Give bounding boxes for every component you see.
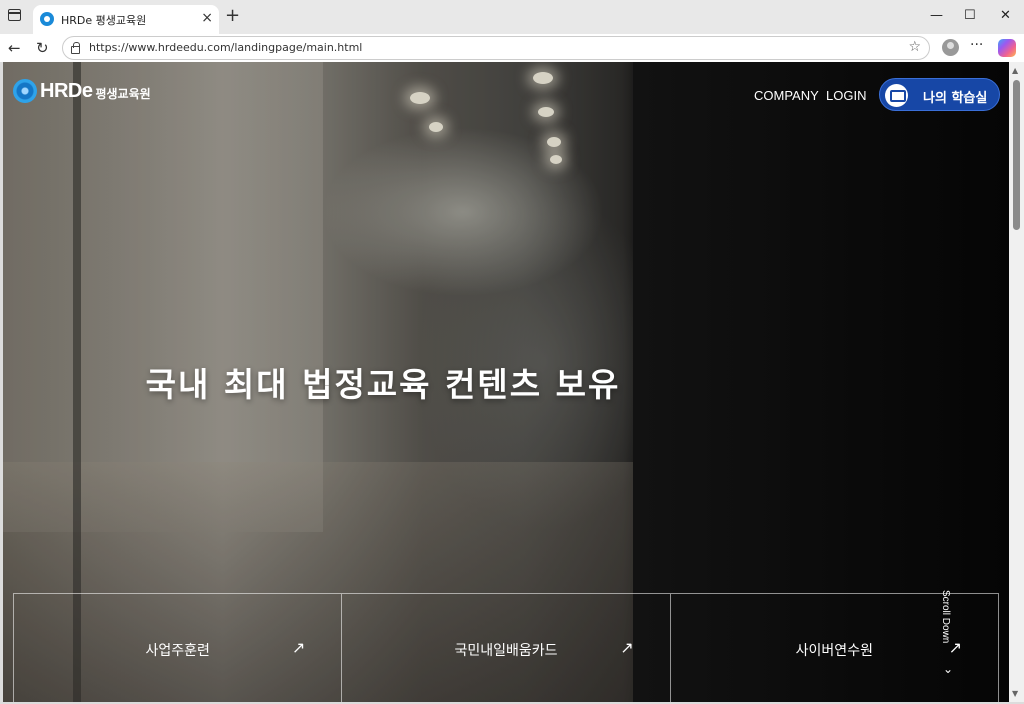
- url-field[interactable]: https://www.hrdeedu.com/landingpage/main…: [62, 36, 930, 60]
- reload-button[interactable]: ↻: [36, 38, 49, 58]
- new-tab-button[interactable]: +: [225, 6, 240, 26]
- back-button[interactable]: ←: [8, 38, 21, 58]
- chevron-down-icon: ⌄: [943, 662, 954, 676]
- copilot-icon[interactable]: [998, 39, 1016, 57]
- lock-icon: [71, 42, 80, 54]
- quick-link-tomorrow-card[interactable]: 국민내일배움카드 ↗: [341, 593, 670, 702]
- arrow-up-right-icon: ↗: [291, 638, 306, 657]
- scroll-up-arrow-icon[interactable]: ▲: [1012, 66, 1018, 75]
- nav-login-link[interactable]: LOGIN: [826, 88, 866, 103]
- arrow-up-right-icon: ↗: [620, 638, 634, 657]
- hero-title: 국내 최대 법정교육 컨텐츠 보유: [145, 365, 621, 404]
- favorite-star-icon[interactable]: ☆: [908, 39, 921, 55]
- browser-tab-active[interactable]: HRDe 평생교육원 ×: [33, 5, 219, 34]
- maximize-button[interactable]: ☐: [964, 7, 976, 25]
- close-window-button[interactable]: ✕: [1000, 7, 1011, 25]
- monitor-icon: [885, 84, 908, 107]
- tab-actions-icon[interactable]: [8, 9, 24, 25]
- page-viewport: HRDe 평생교육원 COMPANY LOGIN 나의 학습실 국내 최대 법정…: [3, 62, 1009, 702]
- logo-text: HRDe: [40, 79, 93, 102]
- more-menu-button[interactable]: ···: [970, 37, 983, 53]
- tab-title: HRDe 평생교육원: [61, 14, 147, 27]
- my-learning-button[interactable]: 나의 학습실: [879, 78, 1000, 111]
- profile-avatar-icon[interactable]: [942, 39, 959, 56]
- page-scrollbar[interactable]: ▲ ▼: [1009, 62, 1024, 702]
- browser-tab-bar: HRDe 평생교육원 × + — ☐ ✕: [0, 0, 1024, 34]
- minimize-button[interactable]: —: [930, 7, 943, 25]
- logo-subtitle: 평생교육원: [95, 86, 151, 101]
- site-logo[interactable]: HRDe 평생교육원: [13, 78, 151, 104]
- scroll-down-arrow-icon[interactable]: ▼: [1012, 689, 1018, 698]
- favicon-icon: [40, 12, 54, 26]
- tab-close-icon[interactable]: ×: [201, 10, 213, 26]
- url-text: https://www.hrdeedu.com/landingpage/main…: [89, 41, 363, 54]
- quick-links: 사업주훈련 ↗ 국민내일배움카드 ↗ 사이버연수원 ↗: [13, 593, 999, 702]
- quick-link-employer-training[interactable]: 사업주훈련 ↗: [13, 593, 342, 702]
- scrollbar-thumb[interactable]: [1013, 80, 1020, 230]
- browser-address-bar: ← ↻ https://www.hrdeedu.com/landingpage/…: [0, 34, 1024, 62]
- my-learning-label: 나의 학습실: [923, 91, 988, 106]
- nav-company-link[interactable]: COMPANY: [754, 88, 819, 103]
- logo-mark-icon: [13, 79, 37, 103]
- scroll-down-text: Scroll Down: [940, 590, 951, 644]
- scroll-down-indicator[interactable]: Scroll Down ⌄: [938, 590, 962, 680]
